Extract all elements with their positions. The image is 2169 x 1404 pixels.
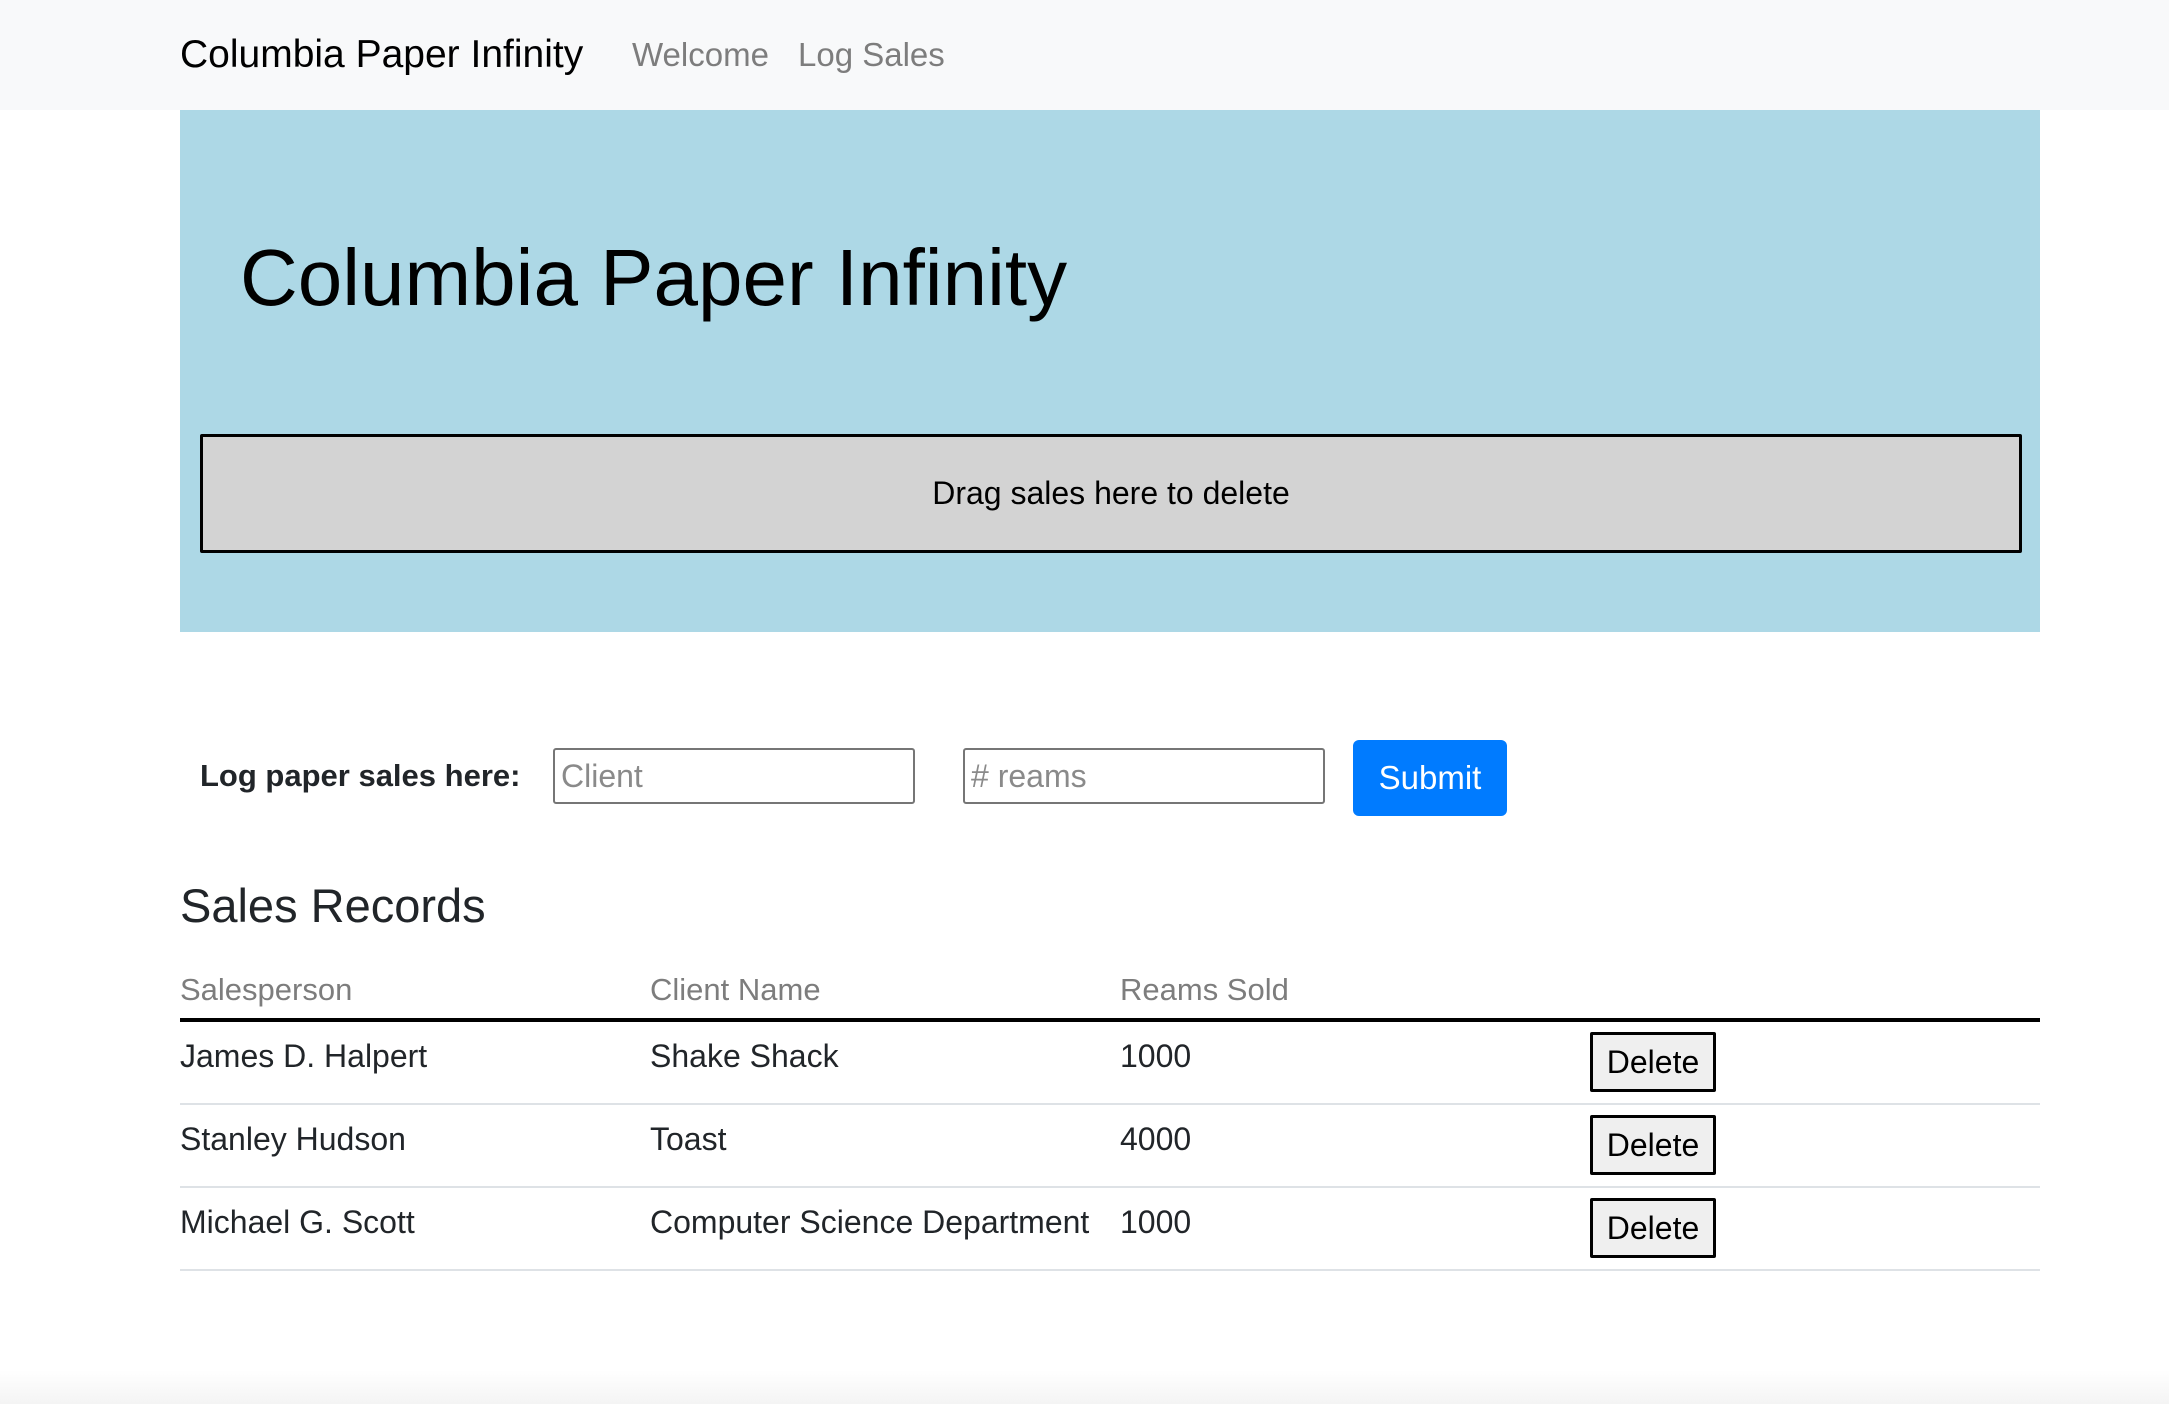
salesperson-cell: Michael G. Scott	[180, 1204, 415, 1240]
delete-button[interactable]: Delete	[1590, 1115, 1716, 1175]
salesperson-cell: Stanley Hudson	[180, 1121, 406, 1157]
navbar-brand[interactable]: Columbia Paper Infinity	[180, 28, 583, 82]
navbar: Columbia Paper Infinity Welcome Log Sale…	[0, 0, 2169, 110]
client-cell: Computer Science Department	[650, 1204, 1090, 1240]
page-title: Columbia Paper Infinity	[240, 233, 1068, 322]
table-header: Salesperson Client Name Reams Sold	[180, 970, 2040, 1022]
nav-link-log-sales[interactable]: Log Sales	[798, 32, 945, 78]
reams-cell: 1000	[1120, 1204, 1192, 1240]
table-row[interactable]: Michael G. Scott Computer Science Depart…	[180, 1188, 2040, 1271]
reams-input[interactable]	[963, 748, 1325, 804]
sales-records-title: Sales Records	[180, 879, 486, 932]
delete-button[interactable]: Delete	[1590, 1032, 1716, 1092]
client-cell: Shake Shack	[650, 1038, 839, 1074]
table-row[interactable]: James D. Halpert Shake Shack 1000 Delete	[180, 1022, 2040, 1105]
column-header-salesperson: Salesperson	[180, 972, 353, 1007]
page-footer-shade	[0, 1370, 2169, 1404]
delete-dropzone-label: Drag sales here to delete	[932, 475, 1290, 511]
nav-link-welcome[interactable]: Welcome	[632, 32, 769, 78]
column-header-client-name: Client Name	[650, 972, 821, 1007]
column-header-reams-sold: Reams Sold	[1120, 972, 1289, 1007]
log-sales-label: Log paper sales here:	[200, 758, 521, 793]
submit-button[interactable]: Submit	[1353, 740, 1507, 816]
table-row[interactable]: Stanley Hudson Toast 4000 Delete	[180, 1105, 2040, 1188]
reams-cell: 4000	[1120, 1121, 1192, 1157]
delete-dropzone[interactable]: Drag sales here to delete	[200, 434, 2022, 553]
salesperson-cell: James D. Halpert	[180, 1038, 428, 1074]
client-cell: Toast	[650, 1121, 727, 1157]
jumbotron: Columbia Paper Infinity Drag sales here …	[180, 110, 2040, 632]
delete-button[interactable]: Delete	[1590, 1198, 1716, 1258]
sales-table: Salesperson Client Name Reams Sold James…	[180, 970, 2040, 1271]
client-input[interactable]	[553, 748, 915, 804]
reams-cell: 1000	[1120, 1038, 1192, 1074]
